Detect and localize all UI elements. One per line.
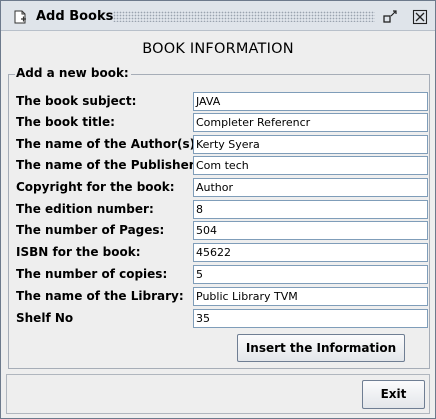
author-field[interactable]: Kerty Syera xyxy=(193,135,428,154)
copyright-field[interactable]: Author xyxy=(193,178,428,197)
restore-icon[interactable] xyxy=(382,9,398,25)
insert-information-button[interactable]: Insert the Information xyxy=(237,334,405,362)
window-title: Add Books xyxy=(36,9,114,24)
title-bar[interactable]: Add Books xyxy=(1,1,435,31)
field-label: The edition number: xyxy=(16,202,154,216)
close-icon[interactable] xyxy=(412,9,428,25)
isbn-field[interactable]: 45622 xyxy=(193,243,428,262)
field-label: The name of the Publisher: xyxy=(16,158,200,172)
copies-field[interactable]: 5 xyxy=(193,265,428,284)
field-label: The book subject: xyxy=(16,94,137,108)
field-label: The book title: xyxy=(16,115,115,129)
subject-field[interactable]: JAVA xyxy=(193,92,428,111)
page-title: BOOK INFORMATION xyxy=(142,41,294,57)
shelf-field[interactable]: 35 xyxy=(193,309,428,328)
add-books-window: Add Books BOOK INFORMATION Add a new boo… xyxy=(0,0,436,419)
library-field[interactable]: Public Library TVM xyxy=(193,287,428,306)
field-label: Shelf No xyxy=(16,311,74,325)
pages-field[interactable]: 504 xyxy=(193,221,428,240)
document-icon xyxy=(14,10,26,24)
field-label: ISBN for the book: xyxy=(16,245,141,259)
exit-button[interactable]: Exit xyxy=(362,380,425,409)
field-label: The number of copies: xyxy=(16,267,168,281)
field-label: The name of the Author(s): xyxy=(16,137,200,151)
edition-field[interactable]: 8 xyxy=(193,200,428,219)
title-field[interactable]: Completer Referencr xyxy=(193,113,428,132)
field-label: Copyright for the book: xyxy=(16,180,175,194)
title-bar-grip xyxy=(113,11,375,22)
publisher-field[interactable]: Com tech xyxy=(193,156,428,175)
panel-title: Add a new book: xyxy=(15,66,131,80)
field-label: The number of Pages: xyxy=(16,223,165,237)
field-label: The name of the Library: xyxy=(16,289,184,303)
